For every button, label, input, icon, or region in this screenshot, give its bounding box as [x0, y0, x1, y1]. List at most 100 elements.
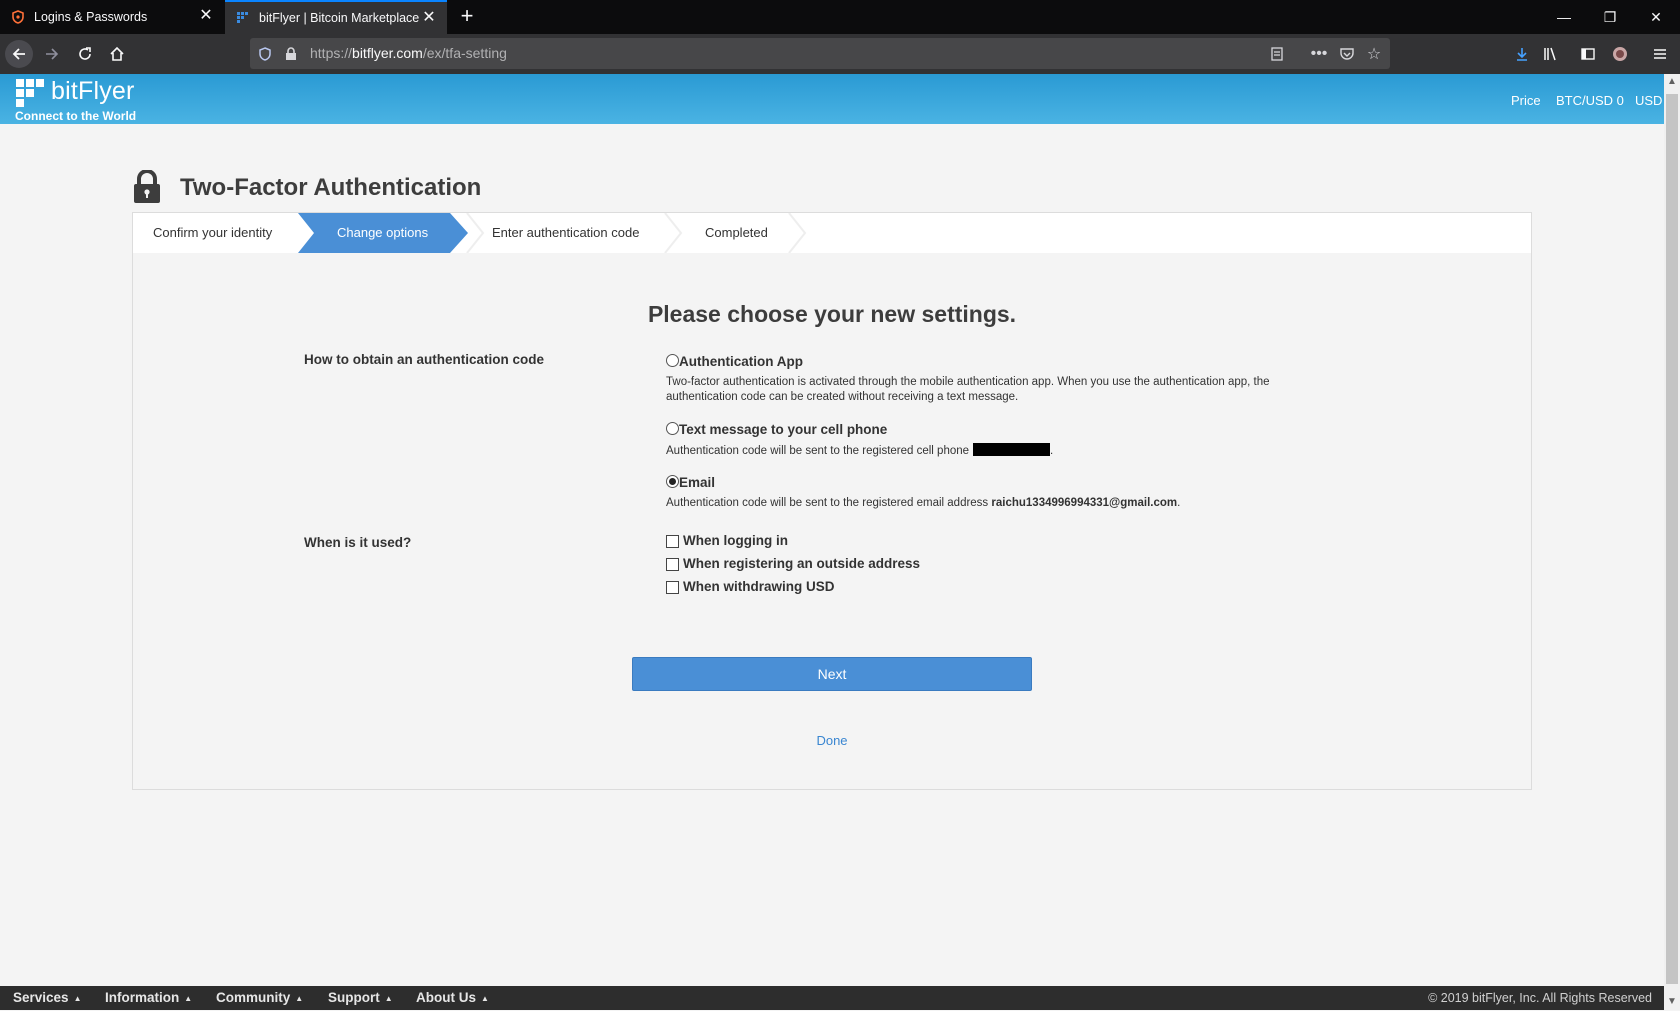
- caret-up-icon: ▲: [481, 994, 489, 1003]
- tab-logins-passwords[interactable]: Logins & Passwords ✕: [0, 0, 224, 34]
- checkbox-withdrawing-usd[interactable]: When withdrawing USD: [666, 579, 835, 594]
- url-bar[interactable]: https://bitflyer.com/ex/tfa-setting ••• …: [250, 38, 1390, 69]
- description-text: Authentication code will be sent to the …: [666, 497, 989, 509]
- tagline: Connect to the World: [15, 109, 137, 123]
- forward-icon[interactable]: [38, 40, 66, 68]
- page-actions-icon[interactable]: •••: [1310, 45, 1328, 63]
- url-scheme: https://: [310, 45, 353, 61]
- method-label: How to obtain an authentication code: [304, 352, 545, 367]
- step-divider: [466, 213, 485, 253]
- footer-community[interactable]: Community ▲: [216, 986, 303, 1011]
- browser-tab-bar: Logins & Passwords ✕ bitFlyer | Bitcoin …: [0, 0, 1680, 34]
- library-icon[interactable]: [1536, 40, 1564, 68]
- currency-selector[interactable]: USD: [1635, 93, 1662, 108]
- tab-title: bitFlyer | Bitcoin Marketplace: [259, 11, 420, 25]
- logo-text[interactable]: bitFlyer: [51, 77, 135, 106]
- scrollbar-thumb[interactable]: [1666, 94, 1678, 984]
- back-icon[interactable]: [5, 40, 33, 68]
- site-header: bitFlyer Connect to the World Price BTC/…: [0, 74, 1664, 124]
- downloads-icon[interactable]: [1508, 40, 1536, 68]
- close-window-icon[interactable]: ✕: [1633, 0, 1679, 34]
- vertical-scrollbar[interactable]: ▲ ▼: [1664, 74, 1680, 1010]
- pocket-icon[interactable]: [1338, 45, 1356, 63]
- close-tab-icon[interactable]: ✕: [198, 8, 214, 24]
- usage-label: When is it used?: [304, 535, 412, 550]
- step-confirm-identity: Confirm your identity: [153, 225, 273, 240]
- account-avatar[interactable]: [1606, 40, 1634, 68]
- checkbox-label: When withdrawing USD: [683, 579, 835, 594]
- bookmark-star-icon[interactable]: ☆: [1365, 45, 1383, 63]
- option-description: Two-factor authentication is activated t…: [666, 376, 1270, 403]
- option-description: Authentication code will be sent to the …: [666, 443, 1326, 459]
- copyright: © 2019 bitFlyer, Inc. All Rights Reserve…: [1428, 991, 1652, 1005]
- footer-support[interactable]: Support ▲: [328, 986, 393, 1011]
- radio-text-message[interactable]: [666, 422, 679, 435]
- progress-steps: Confirm your identity Change options Ent…: [133, 213, 1531, 253]
- caret-up-icon: ▲: [384, 994, 393, 1003]
- checkbox[interactable]: [666, 558, 679, 571]
- step-change-options: Change options: [337, 225, 429, 240]
- new-tab-icon[interactable]: +: [455, 5, 479, 29]
- description-end: .: [1177, 497, 1181, 509]
- radio-email[interactable]: [666, 475, 679, 488]
- home-icon[interactable]: [103, 40, 131, 68]
- scroll-down-icon[interactable]: ▼: [1664, 994, 1680, 1010]
- lock-icon[interactable]: [282, 45, 300, 63]
- scroll-up-icon[interactable]: ▲: [1664, 74, 1680, 90]
- checkbox[interactable]: [666, 581, 679, 594]
- settings-heading: Please choose your new settings.: [647, 301, 1017, 327]
- done-link: Done: [133, 733, 1531, 748]
- close-tab-icon[interactable]: ✕: [421, 10, 437, 26]
- page-title: Two-Factor Authentication: [180, 174, 482, 201]
- option-email[interactable]: Email Authentication code will be sent t…: [666, 474, 1326, 511]
- price-value: BTC/USD 0: [1556, 93, 1624, 108]
- next-button[interactable]: Next: [632, 657, 1032, 691]
- padlock-icon: [134, 170, 160, 203]
- menu-icon[interactable]: [1646, 40, 1674, 68]
- footer-item-label: Support: [328, 990, 380, 1005]
- step-completed: Completed: [705, 225, 768, 240]
- checkbox-registering-address[interactable]: When registering an outside address: [666, 556, 920, 571]
- footer-item-label: Community: [216, 990, 291, 1005]
- tracking-shield-icon[interactable]: [256, 45, 274, 63]
- price-label: Price: [1511, 93, 1541, 108]
- footer-item-label: About Us: [416, 990, 476, 1005]
- step-divider: [664, 213, 683, 253]
- browser-nav-bar: https://bitflyer.com/ex/tfa-setting ••• …: [0, 34, 1680, 74]
- restore-icon[interactable]: ❐: [1587, 0, 1633, 34]
- url-host: bitflyer.com: [352, 45, 423, 61]
- footer-item-label: Services: [13, 990, 69, 1005]
- done-link-text[interactable]: Done: [816, 733, 847, 748]
- option-authentication-app[interactable]: Authentication App Two-factor authentica…: [666, 353, 1326, 405]
- footer-about-us[interactable]: About Us ▲: [416, 986, 489, 1011]
- redacted-phone: [973, 443, 1051, 456]
- sidebar-icon[interactable]: [1574, 40, 1602, 68]
- tab-title: Logins & Passwords: [34, 10, 148, 24]
- checkbox[interactable]: [666, 535, 679, 548]
- description-end: .: [1050, 445, 1054, 457]
- bitflyer-favicon: [235, 10, 251, 26]
- checkbox-label: When logging in: [683, 533, 788, 548]
- reader-view-icon[interactable]: [1268, 45, 1286, 63]
- option-title: Email: [679, 475, 716, 490]
- caret-up-icon: ▲: [184, 994, 193, 1003]
- checkbox-label: When registering an outside address: [683, 556, 921, 571]
- footer-item-label: Information: [105, 990, 180, 1005]
- option-text-message[interactable]: Text message to your cell phone Authenti…: [666, 421, 1326, 459]
- footer-services[interactable]: Services ▲: [13, 986, 81, 1011]
- url-path: /ex/tfa-setting: [422, 45, 507, 61]
- step-divider: [788, 213, 807, 253]
- tab-bitflyer[interactable]: bitFlyer | Bitcoin Marketplace ✕: [225, 0, 447, 34]
- caret-up-icon: ▲: [295, 994, 304, 1003]
- option-description: Authentication code will be sent to the …: [666, 496, 1326, 511]
- option-title: Text message to your cell phone: [679, 422, 888, 437]
- checkbox-logging-in[interactable]: When logging in: [666, 533, 788, 548]
- reload-icon[interactable]: [71, 40, 99, 68]
- url-text[interactable]: https://bitflyer.com/ex/tfa-setting: [310, 38, 507, 69]
- radio-authentication-app[interactable]: [666, 354, 679, 367]
- settings-card: Confirm your identity Change options Ent…: [132, 212, 1532, 790]
- footer-information[interactable]: Information ▲: [105, 986, 192, 1011]
- minimize-icon[interactable]: —: [1541, 0, 1587, 34]
- step-enter-code: Enter authentication code: [492, 225, 640, 240]
- bitflyer-logo-icon[interactable]: [16, 79, 44, 107]
